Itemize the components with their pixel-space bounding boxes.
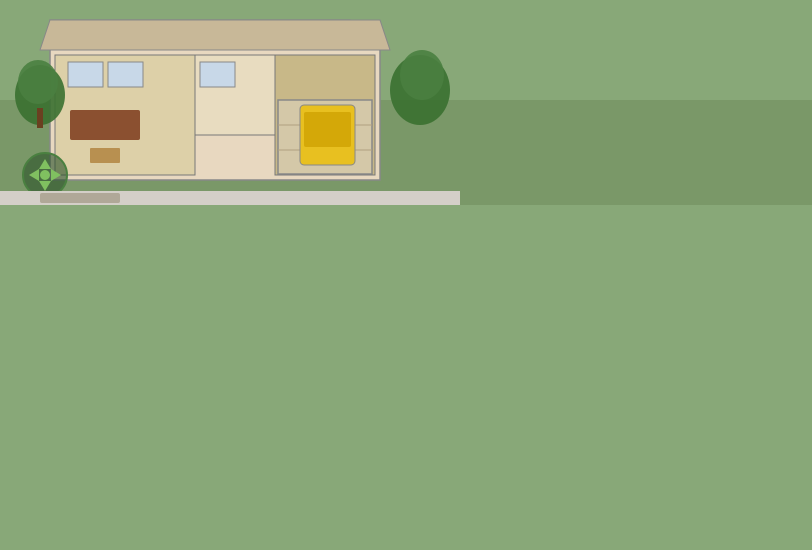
3d-view-svg <box>310 102 812 550</box>
right-panel: Swimming pool Level 0 Level 1 + 0' <box>310 78 812 550</box>
main-layout: Category: Living room Bedroom Kitchen Ba… <box>0 78 812 550</box>
view-container: 0' 12' 24' 36' 48' 0' 12' 20' <box>310 102 812 550</box>
